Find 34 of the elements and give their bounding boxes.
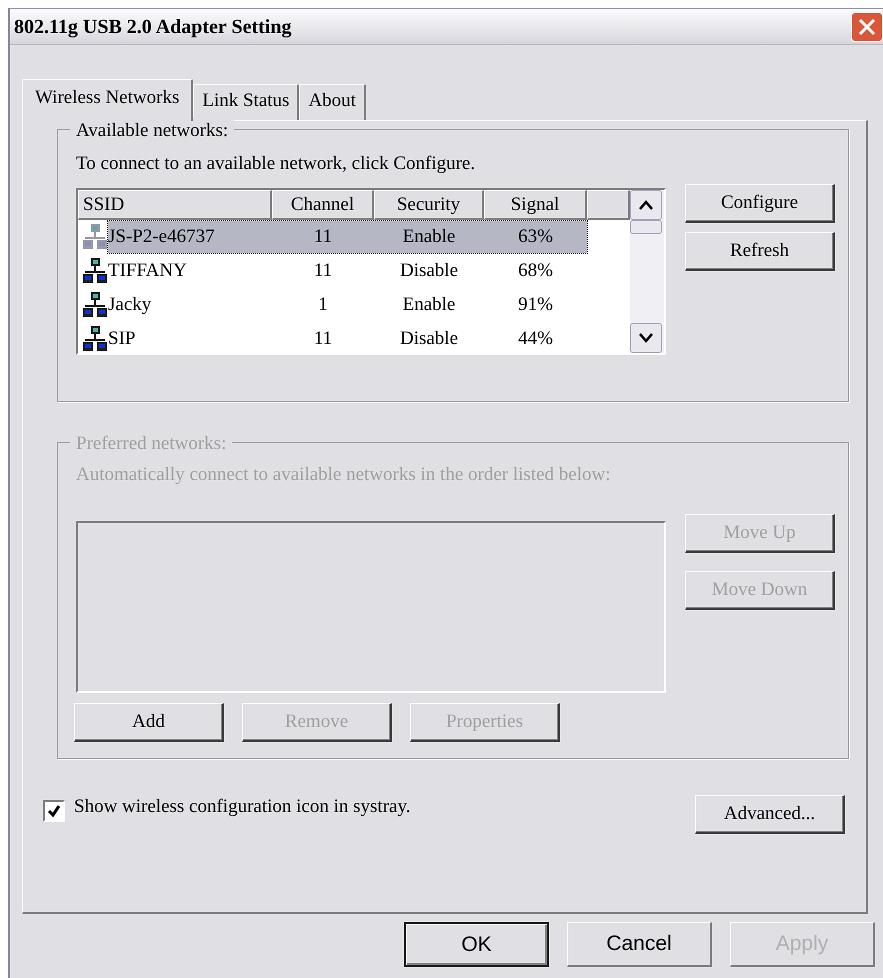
scrollbar[interactable] bbox=[630, 190, 664, 353]
scroll-thumb[interactable] bbox=[630, 220, 662, 234]
description: Automatically connect to available networks in the order listed below: bbox=[76, 463, 612, 487]
network-icon bbox=[82, 325, 108, 353]
network-icon bbox=[82, 291, 108, 319]
caret-down-icon bbox=[639, 333, 653, 343]
dialog-button[interactable]: OK bbox=[404, 922, 549, 967]
column-header[interactable]: Channel bbox=[272, 190, 374, 220]
column-header[interactable]: Signal bbox=[484, 190, 587, 220]
scroll-up-button[interactable] bbox=[630, 190, 662, 220]
description: To connect to an available network, click Configure. bbox=[76, 152, 476, 176]
column-header[interactable]: Security bbox=[374, 190, 484, 220]
list-row[interactable]: TIFFANY 11 Disable 68% bbox=[108, 255, 587, 287]
close-button[interactable] bbox=[851, 12, 883, 42]
checkbox[interactable] bbox=[43, 800, 65, 822]
list-action-button[interactable]: Refresh bbox=[685, 232, 835, 271]
close-icon bbox=[857, 16, 877, 36]
column-header[interactable] bbox=[587, 190, 630, 220]
advanced-button[interactable]: Advanced... bbox=[695, 795, 845, 834]
network-icon bbox=[82, 257, 108, 285]
caret-up-icon bbox=[639, 200, 653, 210]
scroll-down-button[interactable] bbox=[630, 323, 662, 353]
list-row[interactable]: JS-P2-e46737 11 Enable 63% bbox=[108, 221, 587, 253]
list-row[interactable]: Jacky 1 Enable 91% bbox=[108, 289, 587, 321]
tab[interactable]: Link Status bbox=[193, 84, 300, 120]
column-header[interactable]: SSID bbox=[78, 190, 272, 220]
list-row[interactable]: SIP 11 Disable 44% bbox=[108, 323, 587, 353]
list-action-button[interactable]: Configure bbox=[685, 184, 835, 223]
checkbox-label: Show wireless configuration icon in systray. bbox=[74, 795, 410, 820]
tab[interactable]: About bbox=[299, 84, 366, 120]
network-icon bbox=[82, 223, 108, 251]
window-title: 802.11g USB 2.0 Adapter Setting bbox=[13, 14, 292, 40]
check-icon bbox=[47, 804, 61, 818]
dialog-button[interactable]: Cancel bbox=[567, 922, 712, 967]
